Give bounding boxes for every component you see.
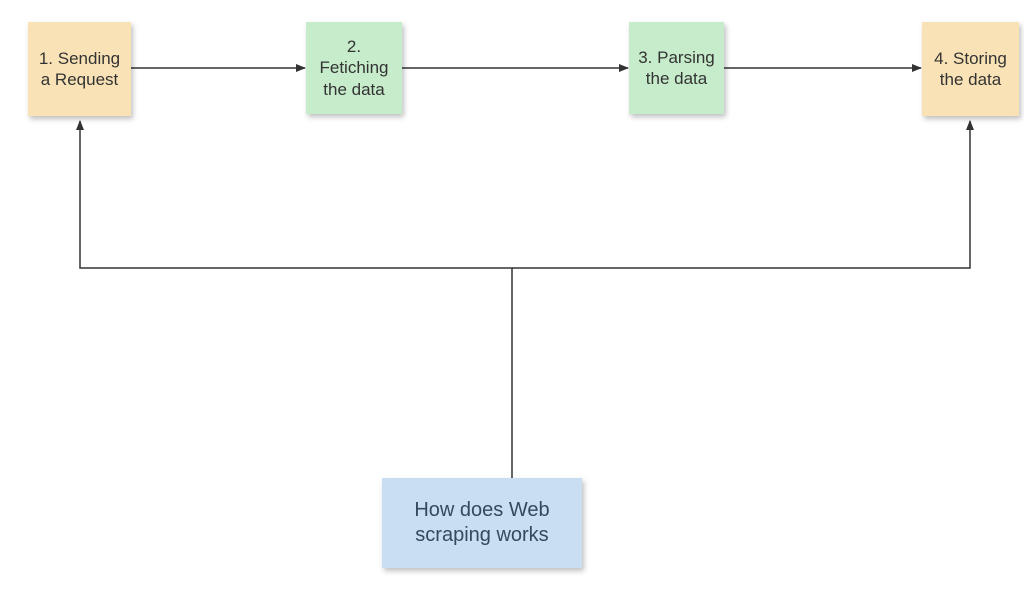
step-2-fetching-data: 2. Fetiching the data xyxy=(306,22,402,114)
step-1-sending-request: 1. Sending a Request xyxy=(28,22,131,116)
step-4-storing-data: 4. Storing the data xyxy=(922,22,1019,116)
step-1-label: 1. Sending a Request xyxy=(36,48,123,91)
title-note-label: How does Web scraping works xyxy=(390,498,574,548)
step-3-label: 3. Parsing the data xyxy=(637,47,716,90)
connector-title-to-step4 xyxy=(512,121,970,268)
step-4-label: 4. Storing the data xyxy=(930,48,1011,91)
step-3-parsing-data: 3. Parsing the data xyxy=(629,22,724,114)
connector-title-to-step1 xyxy=(80,121,512,478)
step-2-label: 2. Fetiching the data xyxy=(314,36,394,100)
title-note: How does Web scraping works xyxy=(382,478,582,568)
